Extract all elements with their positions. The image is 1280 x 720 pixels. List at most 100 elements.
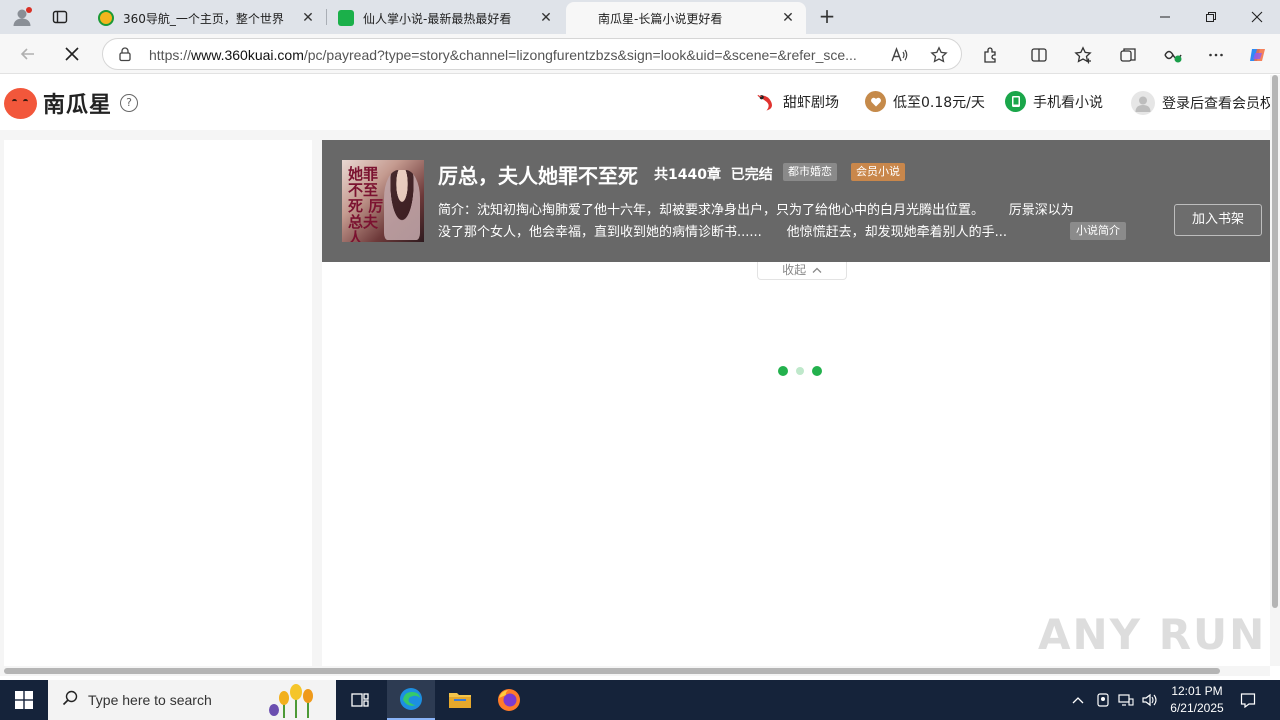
site-logo[interactable]: 南瓜星 ? bbox=[4, 87, 139, 119]
site-header: 南瓜星 ? 甜虾剧场 低至0.18元/天 手机看小说 登录后查看会员权 bbox=[0, 75, 1270, 130]
site-info-icon[interactable] bbox=[117, 46, 133, 66]
show-hidden-icons-chevron-icon[interactable] bbox=[1068, 680, 1088, 720]
address-bar[interactable]: https://www.360kuai.com/pc/payread?type=… bbox=[102, 38, 962, 70]
tulip-decoration-icon bbox=[264, 682, 330, 718]
favorite-star-icon[interactable] bbox=[929, 45, 949, 65]
logo-text: 南瓜星 bbox=[43, 93, 113, 118]
windows-start-icon[interactable] bbox=[0, 680, 48, 720]
heart-badge-icon bbox=[865, 91, 886, 112]
loading-dot bbox=[796, 367, 804, 375]
tab-title: 仙人掌小说-最新最热最好看 bbox=[363, 11, 512, 26]
url-host: www.360kuai.com bbox=[191, 47, 304, 63]
close-tab-icon[interactable]: ✕ bbox=[300, 10, 316, 26]
tab-actions-icon[interactable] bbox=[44, 4, 76, 30]
anyrun-watermark: ANY RUN bbox=[1038, 610, 1267, 659]
tab-separator bbox=[326, 9, 327, 25]
loading-dot bbox=[812, 366, 822, 376]
pumpkin-logo-icon bbox=[4, 87, 37, 119]
restore-button[interactable] bbox=[1188, 0, 1234, 34]
taskbar-search-box[interactable]: Type here to search bbox=[48, 680, 336, 720]
notifications-icon[interactable] bbox=[1236, 680, 1260, 720]
read-aloud-icon[interactable] bbox=[889, 45, 909, 65]
header-link-login[interactable]: 登录后查看会员权 bbox=[1131, 91, 1270, 115]
header-link-membership-price[interactable]: 低至0.18元/天 bbox=[865, 91, 985, 112]
network-icon[interactable] bbox=[1116, 680, 1136, 720]
header-link-label: 手机看小说 bbox=[1033, 94, 1103, 111]
url-text[interactable]: https://www.360kuai.com/pc/payread?type=… bbox=[149, 47, 889, 63]
stop-loading-icon[interactable] bbox=[58, 40, 86, 68]
close-tab-icon[interactable]: ✕ bbox=[780, 10, 796, 26]
main-content: 她罪不至死 厉总夫人 厉总，夫人她罪不至死 共1440章 已完结 都市婚恋 会员… bbox=[322, 140, 1270, 666]
cover-illustration bbox=[384, 170, 420, 240]
header-link-tianxia-theater[interactable]: 甜虾剧场 bbox=[755, 91, 839, 112]
chapter-count: 共1440章 bbox=[654, 167, 721, 183]
genre-tag[interactable]: 都市婚恋 bbox=[783, 163, 837, 181]
vip-tag: 会员小说 bbox=[851, 163, 905, 181]
url-scheme: https:// bbox=[149, 47, 192, 63]
left-sidebar bbox=[4, 140, 312, 666]
close-tab-icon[interactable]: ✕ bbox=[538, 10, 554, 26]
profile-icon[interactable] bbox=[8, 4, 36, 30]
minimize-button[interactable] bbox=[1142, 0, 1188, 34]
scrollbar-thumb[interactable] bbox=[4, 668, 1220, 674]
more-options-icon[interactable] bbox=[1203, 42, 1229, 68]
shrimp-icon bbox=[755, 91, 776, 112]
split-screen-icon[interactable] bbox=[1026, 42, 1052, 68]
header-link-label: 登录后查看会员权 bbox=[1162, 96, 1270, 112]
tab-title: 360导航_一个主页，整个世界 bbox=[123, 11, 284, 26]
extensions-icon[interactable] bbox=[978, 42, 1004, 68]
scrollbar-thumb[interactable] bbox=[1272, 75, 1278, 608]
add-to-bookshelf-button[interactable]: 加入书架 bbox=[1174, 204, 1262, 236]
file-explorer-icon[interactable] bbox=[436, 680, 484, 720]
task-view-icon[interactable] bbox=[336, 680, 384, 720]
windows-taskbar: Type here to search 12:01 PM 6/21/2025 bbox=[0, 680, 1280, 720]
book-meta: 共1440章 已完结 bbox=[654, 164, 773, 184]
collapse-label: 收起 bbox=[782, 263, 807, 277]
tab-nanguaxing[interactable]: 南瓜星-长篇小说更好看 ✕ bbox=[566, 2, 806, 34]
browser-essentials-icon[interactable] bbox=[1160, 42, 1186, 68]
collections-icon[interactable] bbox=[1115, 42, 1141, 68]
browser-tab-strip: 360导航_一个主页，整个世界 ✕ 仙人掌小说-最新最热最好看 ✕ 南瓜星-长篇… bbox=[0, 0, 1280, 34]
vertical-scrollbar[interactable] bbox=[1270, 75, 1280, 666]
url-path: /pc/payread?type=story&channel=lizongfur… bbox=[303, 47, 857, 63]
phone-icon bbox=[1005, 91, 1026, 112]
web-page: 南瓜星 ? 甜虾剧场 低至0.18元/天 手机看小说 登录后查看会员权 她罪不至… bbox=[0, 75, 1270, 666]
cactus-favicon-icon bbox=[338, 10, 354, 26]
cover-title-art: 她罪不至死 厉总夫人 bbox=[348, 165, 384, 242]
favorites-icon[interactable] bbox=[1070, 42, 1096, 68]
help-icon[interactable]: ? bbox=[120, 94, 139, 112]
browser-toolbar: https://www.360kuai.com/pc/payread?type=… bbox=[0, 34, 1280, 74]
header-link-mobile-reading[interactable]: 手机看小说 bbox=[1005, 91, 1103, 112]
synopsis-button[interactable]: 小说简介 bbox=[1070, 222, 1126, 240]
360-favicon-icon bbox=[98, 10, 114, 26]
back-arrow-icon[interactable] bbox=[14, 40, 42, 68]
clock-time: 12:01 PM bbox=[1171, 684, 1223, 698]
book-synopsis: 简介：沈知初掏心掏肺爱了他十六年，却被要求净身出户，只为了给他心中的白月光腾出位… bbox=[438, 200, 1150, 244]
book-title: 厉总，夫人她罪不至死 bbox=[438, 164, 638, 188]
volume-icon[interactable] bbox=[1140, 680, 1160, 720]
synopsis-line: 没了那个女人，他会幸福，直到收到她的病情诊断书...... 他惊慌赶去，却发现她… bbox=[438, 225, 1007, 240]
edge-taskbar-icon[interactable] bbox=[387, 680, 435, 720]
meet-now-icon[interactable] bbox=[1093, 680, 1113, 720]
tab-xianrenzhang[interactable]: 仙人掌小说-最新最热最好看 ✕ bbox=[328, 2, 564, 34]
close-window-button[interactable] bbox=[1234, 0, 1280, 34]
completion-status: 已完结 bbox=[730, 167, 773, 183]
book-cover-image[interactable]: 她罪不至死 厉总夫人 bbox=[342, 160, 424, 242]
tab-title: 南瓜星-长篇小说更好看 bbox=[598, 11, 723, 26]
horizontal-scrollbar[interactable] bbox=[0, 666, 1270, 676]
header-link-label: 低至0.18元/天 bbox=[893, 94, 985, 111]
collapse-button[interactable]: 收起 bbox=[757, 262, 847, 280]
header-link-label: 甜虾剧场 bbox=[783, 94, 839, 111]
loading-dot bbox=[778, 366, 788, 376]
search-icon bbox=[62, 690, 78, 710]
user-avatar-icon bbox=[1131, 91, 1155, 115]
book-info-banner: 她罪不至死 厉总夫人 厉总，夫人她罪不至死 共1440章 已完结 都市婚恋 会员… bbox=[322, 140, 1270, 262]
search-placeholder: Type here to search bbox=[88, 692, 212, 708]
system-clock[interactable]: 12:01 PM 6/21/2025 bbox=[1160, 683, 1234, 717]
chevron-up-icon bbox=[812, 267, 822, 273]
copilot-icon[interactable] bbox=[1245, 42, 1271, 68]
tab-360-navigation[interactable]: 360导航_一个主页，整个世界 ✕ bbox=[88, 2, 326, 34]
loading-spinner bbox=[778, 366, 822, 376]
new-tab-button[interactable]: + bbox=[814, 4, 840, 30]
firefox-icon[interactable] bbox=[485, 680, 533, 720]
